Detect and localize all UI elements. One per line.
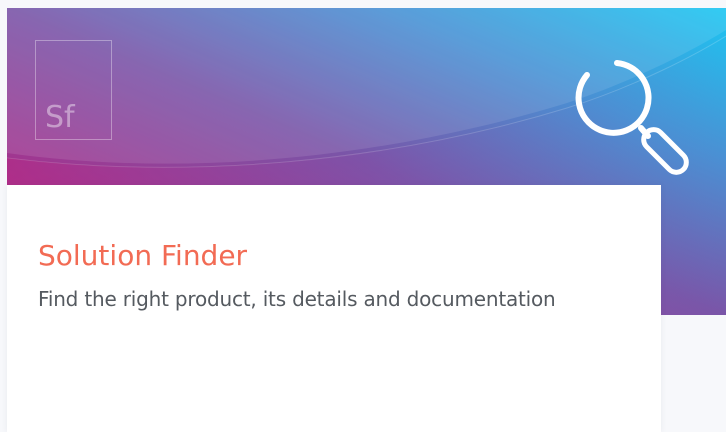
card-title[interactable]: Solution Finder — [38, 239, 247, 273]
sf-logo-text: Sf — [45, 100, 75, 135]
page: Sf Solution Finder Find the right produc… — [0, 0, 726, 432]
sf-logo: Sf — [35, 40, 112, 140]
search-icon — [575, 60, 689, 175]
card-description: Find the right product, its details and … — [38, 287, 556, 311]
solution-finder-card[interactable]: Solution Finder Find the right product, … — [7, 185, 661, 432]
